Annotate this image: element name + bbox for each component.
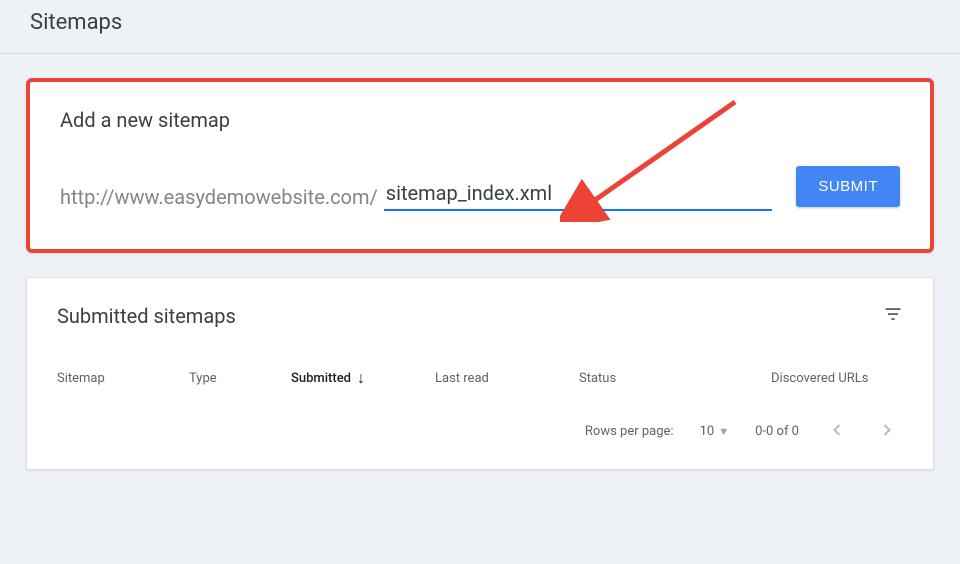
column-sitemap[interactable]: Sitemap [57, 371, 189, 386]
columns-header-row: Sitemap Type Submitted ↓ Last read Statu… [57, 368, 903, 408]
filter-icon[interactable] [883, 304, 903, 328]
rows-per-page-label: Rows per page: [585, 424, 674, 439]
pagination-range: 0-0 of 0 [755, 424, 799, 439]
page-title: Sitemaps [30, 10, 930, 35]
rows-per-page-select[interactable]: 10 ▼ [700, 424, 730, 439]
rows-per-page-value: 10 [700, 424, 715, 439]
pagination-row: Rows per page: 10 ▼ 0-0 of 0 [57, 408, 903, 451]
column-discovered[interactable]: Discovered URLs [771, 371, 903, 386]
url-prefix: http://www.easydemowebsite.com/ [60, 183, 378, 211]
next-page-button[interactable] [875, 416, 899, 447]
header-divider [0, 53, 960, 54]
column-last-read[interactable]: Last read [435, 371, 579, 386]
column-type[interactable]: Type [189, 371, 291, 386]
chevron-left-icon [827, 420, 847, 440]
sitemap-url-input[interactable] [384, 181, 773, 211]
submitted-sitemaps-card: Submitted sitemaps Sitemap Type Submitte… [26, 277, 934, 470]
arrow-down-icon: ↓ [357, 368, 365, 388]
chevron-right-icon [877, 420, 897, 440]
chevron-down-icon: ▼ [718, 425, 729, 438]
column-submitted-label: Submitted [291, 371, 351, 386]
column-submitted[interactable]: Submitted ↓ [291, 368, 435, 388]
add-sitemap-card: Add a new sitemap http://www.easydemoweb… [26, 78, 934, 253]
submit-button[interactable]: SUBMIT [796, 166, 900, 207]
add-sitemap-heading: Add a new sitemap [60, 108, 900, 132]
column-status[interactable]: Status [579, 371, 771, 386]
prev-page-button[interactable] [825, 416, 849, 447]
submitted-heading: Submitted sitemaps [57, 304, 236, 328]
